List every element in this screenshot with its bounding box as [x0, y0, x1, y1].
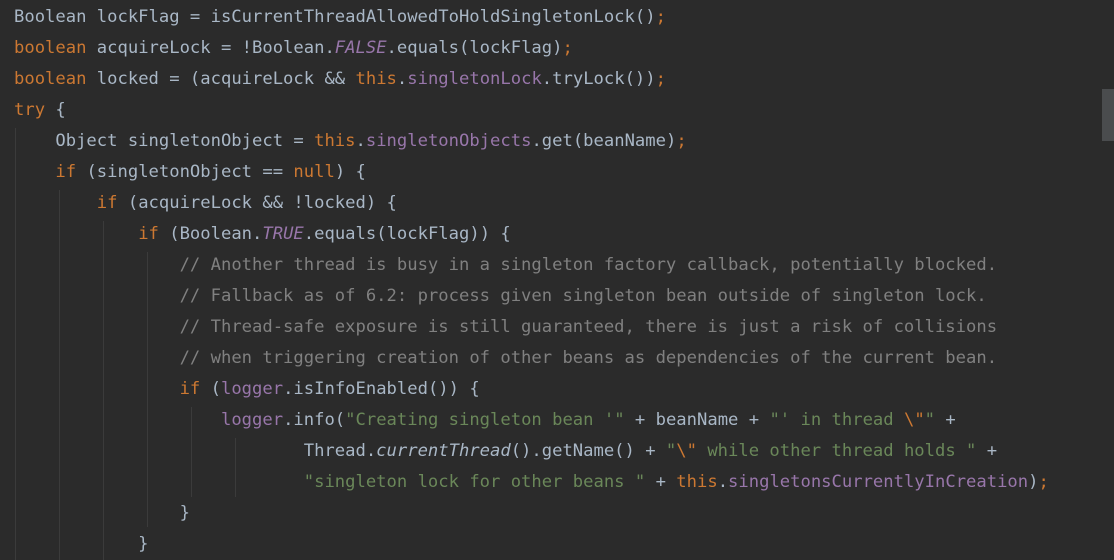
- code-token: .: [717, 472, 729, 492]
- code-token: this: [355, 69, 397, 89]
- code-token: FALSE: [334, 38, 387, 58]
- code-token: .get(beanName): [531, 131, 677, 151]
- code-token: ;: [562, 38, 573, 58]
- code-token: .: [355, 131, 366, 151]
- code-token: // when triggering creation of other bea…: [179, 348, 998, 368]
- code-line[interactable]: // when triggering creation of other bea…: [14, 343, 1049, 374]
- code-token: +: [945, 410, 956, 430]
- code-token: if: [179, 379, 211, 399]
- code-token: boolean: [14, 38, 97, 58]
- code-token: try: [14, 100, 56, 120]
- code-line[interactable]: if (acquireLock && !locked) {: [14, 188, 1049, 219]
- code-token: (: [210, 379, 221, 399]
- code-token: .info(: [283, 410, 346, 430]
- code-token: }: [14, 534, 149, 554]
- code-line[interactable]: // Another thread is busy in a singleton…: [14, 250, 1049, 281]
- code-token: locked = (acquireLock &&: [96, 69, 356, 89]
- code-line[interactable]: boolean acquireLock = !Boolean.FALSE.equ…: [14, 33, 1049, 64]
- code-token: // Fallback as of 6.2: process given sin…: [179, 286, 987, 306]
- code-token: TRUE: [262, 224, 304, 244]
- code-token: \": [676, 441, 697, 461]
- code-token: Thread.: [14, 441, 377, 461]
- code-token: singletonObjects: [365, 131, 532, 151]
- code-line[interactable]: boolean locked = (acquireLock && this.si…: [14, 64, 1049, 95]
- code-token: + beanName +: [634, 410, 770, 430]
- code-token: ;: [655, 7, 666, 27]
- code-token: ): [1028, 472, 1039, 492]
- code-line[interactable]: if (Boolean.TRUE.equals(lockFlag)) {: [14, 219, 1049, 250]
- code-token: boolean: [14, 69, 97, 89]
- code-token: acquireLock = !Boolean.: [96, 38, 335, 58]
- code-line[interactable]: }: [14, 498, 1049, 529]
- code-token: this: [314, 131, 356, 151]
- code-token: null: [293, 162, 335, 182]
- code-token: logger: [220, 410, 284, 430]
- code-token: (acquireLock && !locked) {: [127, 193, 397, 213]
- code-token: Object singletonObject =: [14, 131, 315, 151]
- code-token: .: [396, 69, 408, 89]
- code-line[interactable]: if (logger.isInfoEnabled()) {: [14, 374, 1049, 405]
- code-line[interactable]: Thread.currentThread().getName() + "\" w…: [14, 436, 1049, 467]
- code-token: if: [138, 224, 170, 244]
- code-line[interactable]: }: [14, 529, 1049, 560]
- code-token: // Another thread is busy in a singleton…: [179, 255, 998, 275]
- code-line[interactable]: Object singletonObject = this.singletonO…: [14, 126, 1049, 157]
- code-token: singletonLock: [407, 69, 542, 89]
- code-token: }: [14, 503, 190, 523]
- code-token: logger: [220, 379, 284, 399]
- code-token: "' in thread: [769, 410, 904, 430]
- code-token: (Boolean.: [169, 224, 263, 244]
- code-line[interactable]: "singleton lock for other beans " + this…: [14, 467, 1049, 498]
- code-token: this: [676, 472, 718, 492]
- code-token: while other thread holds ": [696, 441, 987, 461]
- code-token: .isInfoEnabled()) {: [283, 379, 480, 399]
- code-editor[interactable]: Boolean lockFlag = isCurrentThreadAllowe…: [0, 0, 1114, 560]
- code-token: singletonsCurrentlyInCreation: [728, 472, 1029, 492]
- code-token: .tryLock()): [541, 69, 656, 89]
- code-token: if: [96, 193, 128, 213]
- code-token: .equals(lockFlag)) {: [303, 224, 511, 244]
- code-token: "Creating singleton bean '": [345, 410, 635, 430]
- code-token: +: [655, 472, 677, 492]
- code-line[interactable]: logger.info("Creating singleton bean '" …: [14, 405, 1049, 436]
- code-token: ;: [1038, 472, 1049, 492]
- code-token: ;: [655, 69, 666, 89]
- code-token: // Thread-safe exposure is still guarant…: [179, 317, 998, 337]
- code-line[interactable]: Boolean lockFlag = isCurrentThreadAllowe…: [14, 2, 1049, 33]
- code-token: {: [55, 100, 66, 120]
- code-token: "singleton lock for other beans ": [303, 472, 656, 492]
- code-token: ": [924, 410, 946, 430]
- vertical-scrollbar-thumb[interactable]: [1102, 89, 1114, 141]
- code-lines[interactable]: Boolean lockFlag = isCurrentThreadAllowe…: [14, 2, 1049, 560]
- code-token: currentThread: [376, 441, 511, 461]
- code-token: ": [665, 441, 677, 461]
- code-line[interactable]: try {: [14, 95, 1049, 126]
- code-token: if: [55, 162, 87, 182]
- code-token: .equals(lockFlag): [386, 38, 563, 58]
- code-token: \": [903, 410, 925, 430]
- code-token: (singletonObject ==: [86, 162, 294, 182]
- code-token: ;: [676, 131, 687, 151]
- code-line[interactable]: // Fallback as of 6.2: process given sin…: [14, 281, 1049, 312]
- code-token: Boolean lockFlag = isCurrentThreadAllowe…: [14, 7, 656, 27]
- code-token: +: [986, 441, 998, 461]
- code-line[interactable]: // Thread-safe exposure is still guarant…: [14, 312, 1049, 343]
- code-line[interactable]: if (singletonObject == null) {: [14, 157, 1049, 188]
- code-token: ) {: [334, 162, 366, 182]
- code-token: ().getName() +: [510, 441, 666, 461]
